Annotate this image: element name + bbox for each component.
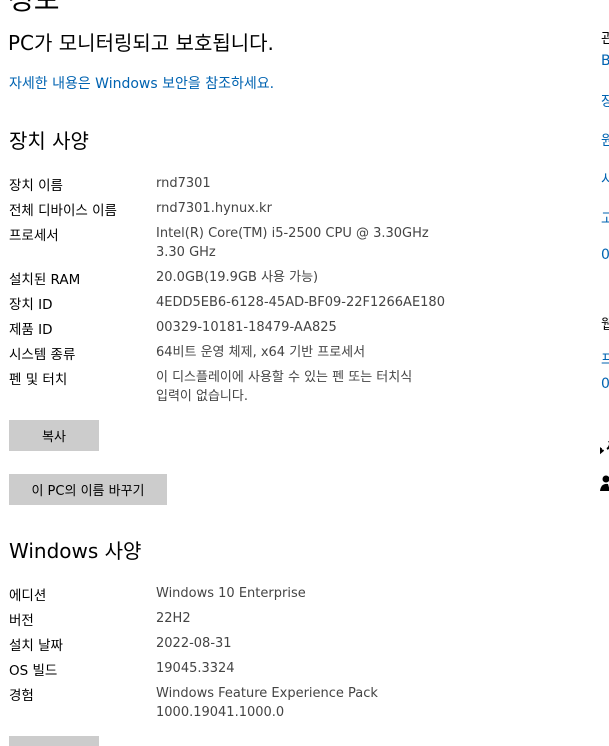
spec-label: 전체 디바이스 이름 [9,203,117,219]
spec-value: 20.0GB(19.9GB 사용 가능) [156,270,319,285]
spec-label: 시스템 종류 [9,347,76,363]
related-link-bitlocker[interactable]: B [601,53,609,69]
related-link-device-manager[interactable]: 장 [601,91,609,111]
spec-label: OS 빌드 [9,663,58,679]
copy-device-specs-button[interactable]: 복사 [9,420,99,451]
spec-value: 이 디스플레이에 사용할 수 있는 펜 또는 터치식 입력이 없습니다. [156,368,466,406]
spec-label: 장치 ID [9,297,53,313]
help-link-1[interactable]: 프 [601,349,609,369]
related-settings-heading: 관 [601,31,609,47]
spec-value: Windows Feature Experience Pack 1000.190… [156,684,466,722]
related-link-advanced-settings[interactable]: 고 [601,208,609,228]
spec-value-line: 1000.19041.1000.0 [156,705,285,720]
spec-value-line: 이 디스플레이에 사용할 수 있는 펜 또는 터치식 [156,370,413,385]
spec-value: rnd7301.hynux.kr [156,201,272,216]
spec-label: 에디션 [9,588,47,604]
spec-value: 00329-10181-18479-AA825 [156,320,337,335]
spec-value: 22H2 [156,611,191,626]
spec-label: 경험 [9,688,34,704]
spec-value: 4EDD5EB6-6128-45AD-BF09-22F1266AE180 [156,295,445,310]
page-title: 정보 [8,0,60,18]
windows-specs-heading: Windows 사양 [9,539,142,563]
spec-value: 2022-08-31 [156,636,232,651]
spec-value-line: Windows Feature Experience Pack [156,686,378,701]
spec-value: Intel(R) Core(TM) i5-2500 CPU @ 3.30GHz … [156,224,466,262]
spec-label: 프로세서 [9,228,59,244]
spec-value: rnd7301 [156,176,211,191]
copy-windows-specs-button[interactable]: 복사 [9,736,99,746]
device-specs-heading: 장치 사양 [9,129,89,153]
spec-label: 설치 날짜 [9,638,63,654]
help-icon[interactable] [600,436,609,461]
spec-value-line: 입력이 없습니다. [156,389,248,404]
spec-value: 64비트 운영 체제, x64 기반 프로세서 [156,345,366,360]
protection-status-text: PC가 모니터링되고 보호됩니다. [8,31,274,55]
web-help-heading: 웹 [601,317,609,333]
spec-label: 장치 이름 [9,178,63,194]
related-link-rename-pc[interactable]: 0 [601,247,609,263]
spec-value: 19045.3324 [156,661,235,676]
spec-label: 제품 ID [9,322,53,338]
spec-label: 펜 및 터치 [9,372,68,388]
spec-value: Windows 10 Enterprise [156,586,306,601]
rename-pc-button[interactable]: 이 PC의 이름 바꾸기 [9,474,167,505]
spec-value-line: 3.30 GHz [156,245,216,260]
related-settings-panel: 관 B 장 원 시 고 0 웹 프 0 [600,0,609,746]
related-link-remote-desktop[interactable]: 원 [601,130,609,150]
about-page: 정보 PC가 모니터링되고 보호됩니다. 자세한 내용은 Windows 보안을… [0,0,609,746]
spec-label: 설치된 RAM [9,272,81,288]
feedback-icon[interactable] [600,474,609,496]
spec-label: 버전 [9,613,34,629]
spec-value-line: Intel(R) Core(TM) i5-2500 CPU @ 3.30GHz [156,226,429,241]
help-link-2[interactable]: 0 [601,376,609,392]
related-link-system-protection[interactable]: 시 [601,169,609,189]
windows-security-link[interactable]: 자세한 내용은 Windows 보안을 참조하세요. [9,73,274,93]
